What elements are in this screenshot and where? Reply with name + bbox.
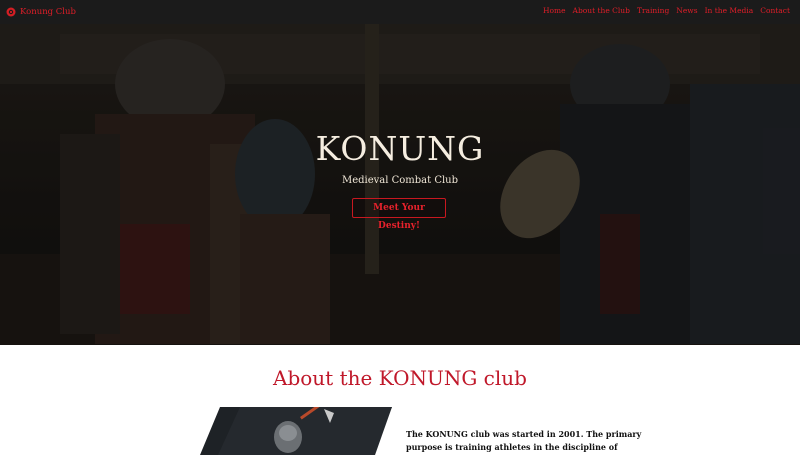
nav-training[interactable]: Training: [637, 6, 669, 16]
about-section-title: About the KONUNG club: [273, 366, 527, 390]
hero-title: KONUNG: [315, 129, 485, 168]
nav-news[interactable]: News: [676, 6, 697, 16]
nav-media[interactable]: In the Media: [705, 6, 754, 16]
brand-name: Konung Club: [20, 7, 76, 17]
hero-subtitle: Medieval Combat Club: [341, 175, 459, 186]
meet-your-destiny-button[interactable]: Meet Your Destiny!: [352, 198, 446, 231]
nav-home[interactable]: Home: [543, 6, 566, 16]
brand-link[interactable]: Konung Club: [6, 5, 76, 19]
club-logo-icon: [6, 7, 16, 17]
about-text-line: The KONUNG club was started in 2001. The…: [406, 429, 642, 439]
hero-section: KONUNG Medieval Combat Club Meet Your De…: [0, 24, 800, 345]
navbar: Konung Club Home About the Club Training…: [0, 0, 800, 24]
about-photo: [200, 407, 392, 455]
main-nav: Home About the Club Training News In the…: [543, 6, 790, 16]
about-text-line: purpose is training athletes in the disc…: [406, 442, 618, 452]
about-text: The KONUNG club was started in 2001. The…: [406, 428, 646, 454]
nav-about[interactable]: About the Club: [573, 6, 630, 16]
about-image: [200, 407, 392, 455]
nav-contact[interactable]: Contact: [760, 6, 790, 16]
